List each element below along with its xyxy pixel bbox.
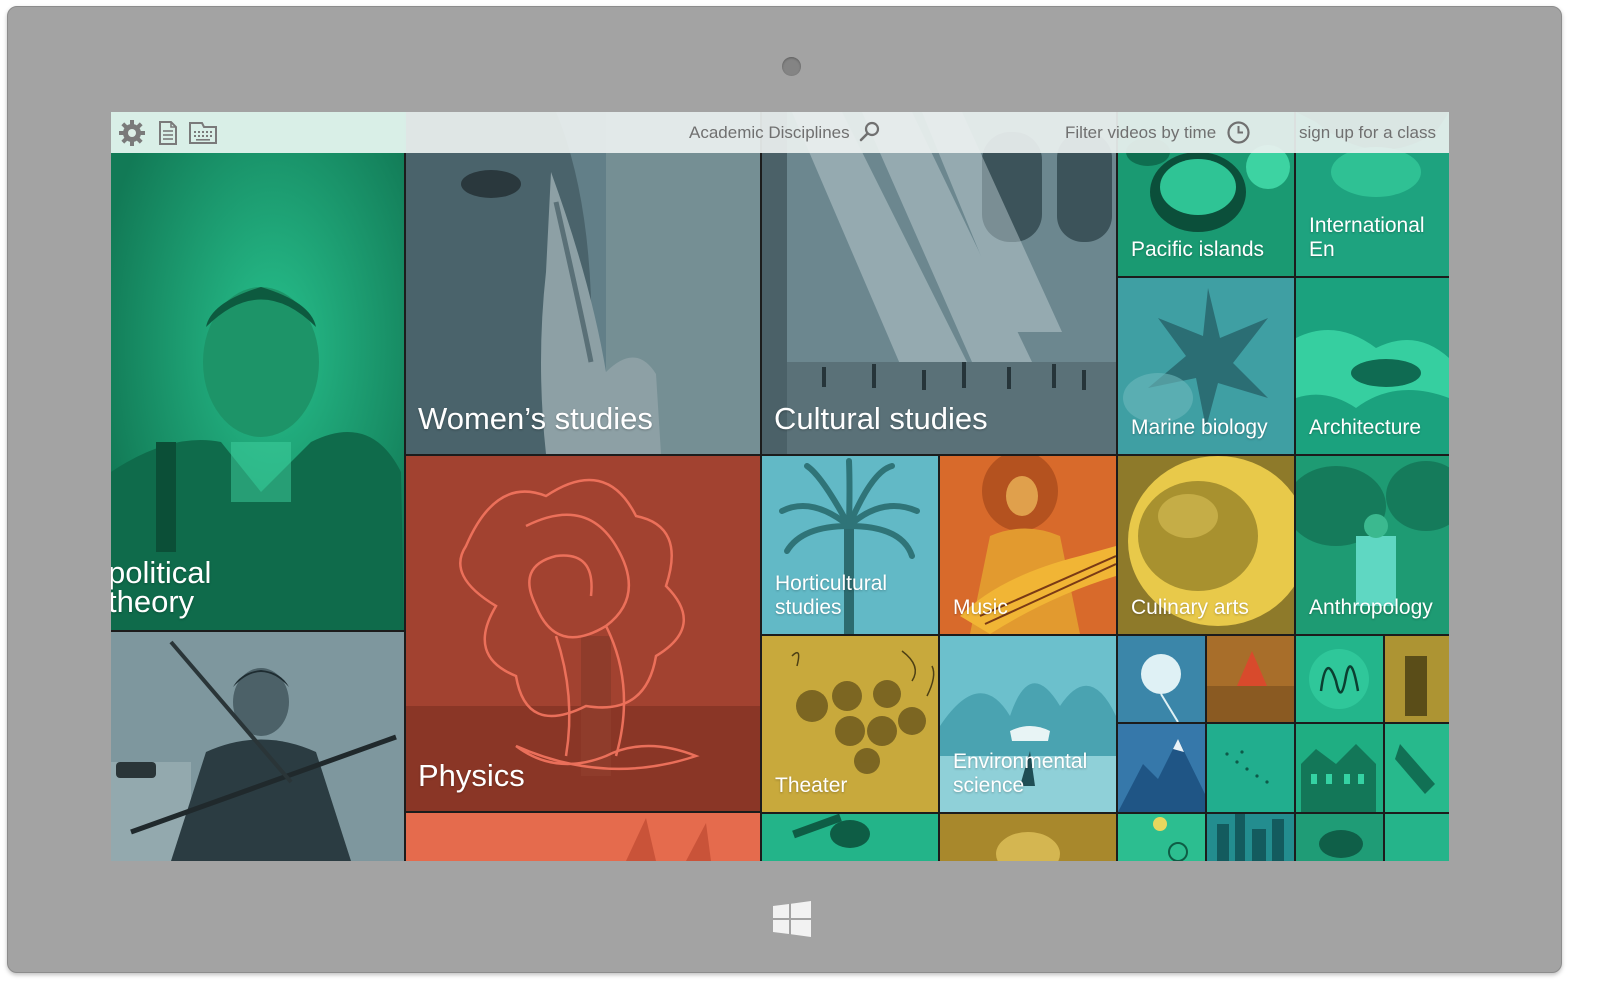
tile-partial-green-2[interactable] (1296, 814, 1383, 861)
clock-icon[interactable] (1226, 120, 1251, 145)
tile-culinary-arts[interactable]: Culinary arts (1118, 456, 1294, 634)
tile-label: Cultural studies (774, 401, 988, 436)
tile-theater[interactable]: Theater (762, 636, 938, 812)
political-theory-image (111, 112, 404, 630)
app-screen: Academic Disciplines Filter videos by ti… (111, 112, 1449, 861)
toolbar-left-section (111, 112, 406, 153)
tile-music[interactable]: Music (940, 456, 1116, 634)
tile-label: Pacific islands (1131, 238, 1265, 261)
windows-logo-icon[interactable] (773, 901, 811, 937)
partial-green-image-3 (1385, 814, 1449, 861)
tile-partial-green-1[interactable] (762, 814, 938, 861)
tile-street-performer[interactable] (1385, 636, 1449, 722)
tile-birds[interactable] (1207, 724, 1294, 812)
tile-partial-mustard[interactable] (940, 814, 1116, 861)
tile-partial-green-3[interactable] (1385, 814, 1449, 861)
tile-sketching[interactable] (1385, 724, 1449, 812)
search-label[interactable]: Academic Disciplines (689, 123, 850, 143)
tile-label: Anthropology (1309, 596, 1433, 619)
tile-label: Environmental science (953, 750, 1088, 797)
tile-label: Women’s studies (418, 401, 653, 436)
tile-cyclist[interactable] (1118, 814, 1205, 861)
tile-label: political theory (111, 555, 212, 619)
tile-environmental-science[interactable]: Environmental science (940, 636, 1116, 812)
tile-label: Music (953, 596, 1008, 619)
partial-mustard-image (940, 814, 1116, 861)
camera-lens (782, 57, 801, 76)
gear-icon[interactable] (118, 119, 146, 147)
tile-sword-collector[interactable] (111, 632, 404, 861)
tile-anthropology[interactable]: Anthropology (1296, 456, 1449, 634)
partial-green-image-2 (1296, 814, 1383, 861)
waveform-icon (1296, 636, 1383, 722)
city-skyline-image (1207, 814, 1294, 861)
filter-by-time-label[interactable]: Filter videos by time (1065, 123, 1216, 143)
tile-label: Marine biology (1131, 416, 1268, 439)
partial-green-image (762, 814, 938, 861)
tile-label: Horticultural studies (775, 572, 888, 619)
cyclist-image (1118, 814, 1205, 861)
mountain-image (1118, 724, 1205, 812)
tile-city-hall[interactable] (1296, 724, 1383, 812)
orange-partial-image (406, 813, 760, 861)
tile-label: Culinary arts (1131, 596, 1249, 619)
tile-label: International En (1309, 214, 1425, 261)
tile-cultural-studies[interactable]: Cultural studies (762, 112, 1116, 454)
sketching-hand-image (1385, 724, 1449, 812)
tile-acrobat[interactable] (1207, 636, 1294, 722)
tile-dandelion[interactable] (1118, 636, 1205, 722)
tile-label: Physics (418, 758, 525, 793)
tile-architecture[interactable]: Architecture (1296, 278, 1449, 454)
street-performer-image (1385, 636, 1449, 722)
tile-marine-biology[interactable]: Marine biology (1118, 278, 1294, 454)
tile-orange-partial[interactable] (406, 813, 760, 861)
tile-political-theory[interactable]: political theory (111, 112, 404, 630)
city-hall-image (1296, 724, 1383, 812)
sword-portrait-image (111, 632, 404, 861)
tile-horticultural-studies[interactable]: Horticultural studies (762, 456, 938, 634)
birds-sky-image (1207, 724, 1294, 812)
tile-label: Theater (775, 774, 848, 797)
tile-mountain[interactable] (1118, 724, 1205, 812)
signup-link[interactable]: sign up for a class (1299, 123, 1436, 143)
tile-label: Architecture (1309, 416, 1422, 439)
acrobat-image (1207, 636, 1294, 722)
document-icon[interactable] (157, 119, 179, 147)
top-toolbar: Academic Disciplines Filter videos by ti… (111, 112, 1449, 153)
tile-waveform[interactable] (1296, 636, 1383, 722)
keyboard-icon[interactable] (188, 119, 218, 147)
search-icon[interactable] (859, 121, 881, 143)
tile-womens-studies[interactable]: Women’s studies (406, 112, 760, 454)
dandelion-image (1118, 636, 1205, 722)
tile-physics[interactable]: Physics (406, 456, 760, 811)
tile-city[interactable] (1207, 814, 1294, 861)
